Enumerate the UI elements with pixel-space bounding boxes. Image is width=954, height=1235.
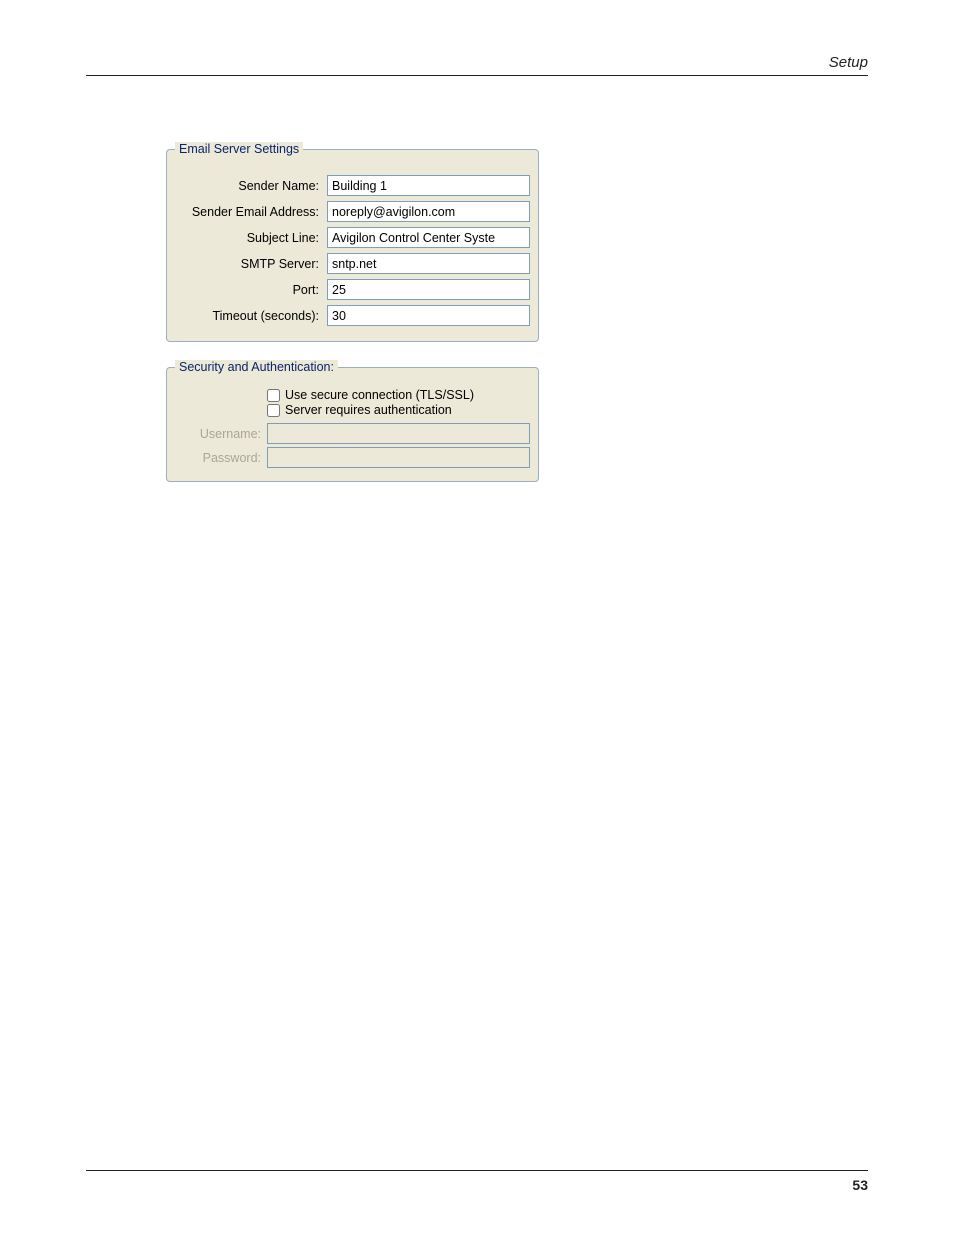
label-password: Password:	[175, 451, 267, 465]
row-username: Username:	[175, 423, 530, 444]
page-number: 53	[852, 1177, 868, 1193]
row-sender-name: Sender Name:	[175, 175, 530, 196]
password-input	[267, 447, 530, 468]
port-input[interactable]	[327, 279, 530, 300]
email-server-settings-group: Email Server Settings Sender Name: Sende…	[166, 142, 539, 342]
row-tls-checkbox[interactable]: Use secure connection (TLS/SSL)	[267, 388, 530, 402]
label-sender-name: Sender Name:	[175, 179, 327, 193]
tls-checkbox[interactable]	[267, 389, 280, 402]
auth-checkboxes: Use secure connection (TLS/SSL) Server r…	[175, 388, 530, 417]
row-smtp-server: SMTP Server:	[175, 253, 530, 274]
row-port: Port:	[175, 279, 530, 300]
document-page: Setup Email Server Settings Sender Name:…	[0, 0, 954, 1235]
label-subject-line: Subject Line:	[175, 231, 327, 245]
timeout-input[interactable]	[327, 305, 530, 326]
username-input	[267, 423, 530, 444]
sender-name-input[interactable]	[327, 175, 530, 196]
label-timeout: Timeout (seconds):	[175, 309, 327, 323]
page-header-section: Setup	[829, 54, 868, 71]
email-server-legend: Email Server Settings	[175, 142, 303, 156]
row-password: Password:	[175, 447, 530, 468]
row-sender-email: Sender Email Address:	[175, 201, 530, 222]
header-rule	[86, 75, 868, 76]
sender-email-input[interactable]	[327, 201, 530, 222]
tls-checkbox-label: Use secure connection (TLS/SSL)	[285, 388, 474, 402]
auth-fields: Username: Password:	[175, 423, 530, 468]
security-auth-legend: Security and Authentication:	[175, 360, 338, 374]
row-timeout: Timeout (seconds):	[175, 305, 530, 326]
smtp-server-input[interactable]	[327, 253, 530, 274]
auth-checkbox-label: Server requires authentication	[285, 403, 452, 417]
subject-line-input[interactable]	[327, 227, 530, 248]
label-username: Username:	[175, 427, 267, 441]
row-subject-line: Subject Line:	[175, 227, 530, 248]
security-auth-group: Security and Authentication: Use secure …	[166, 360, 539, 482]
auth-checkbox[interactable]	[267, 404, 280, 417]
row-auth-checkbox[interactable]: Server requires authentication	[267, 403, 530, 417]
label-port: Port:	[175, 283, 327, 297]
label-sender-email: Sender Email Address:	[175, 205, 327, 219]
label-smtp-server: SMTP Server:	[175, 257, 327, 271]
footer-rule	[86, 1170, 868, 1171]
settings-panel: Email Server Settings Sender Name: Sende…	[166, 142, 539, 500]
